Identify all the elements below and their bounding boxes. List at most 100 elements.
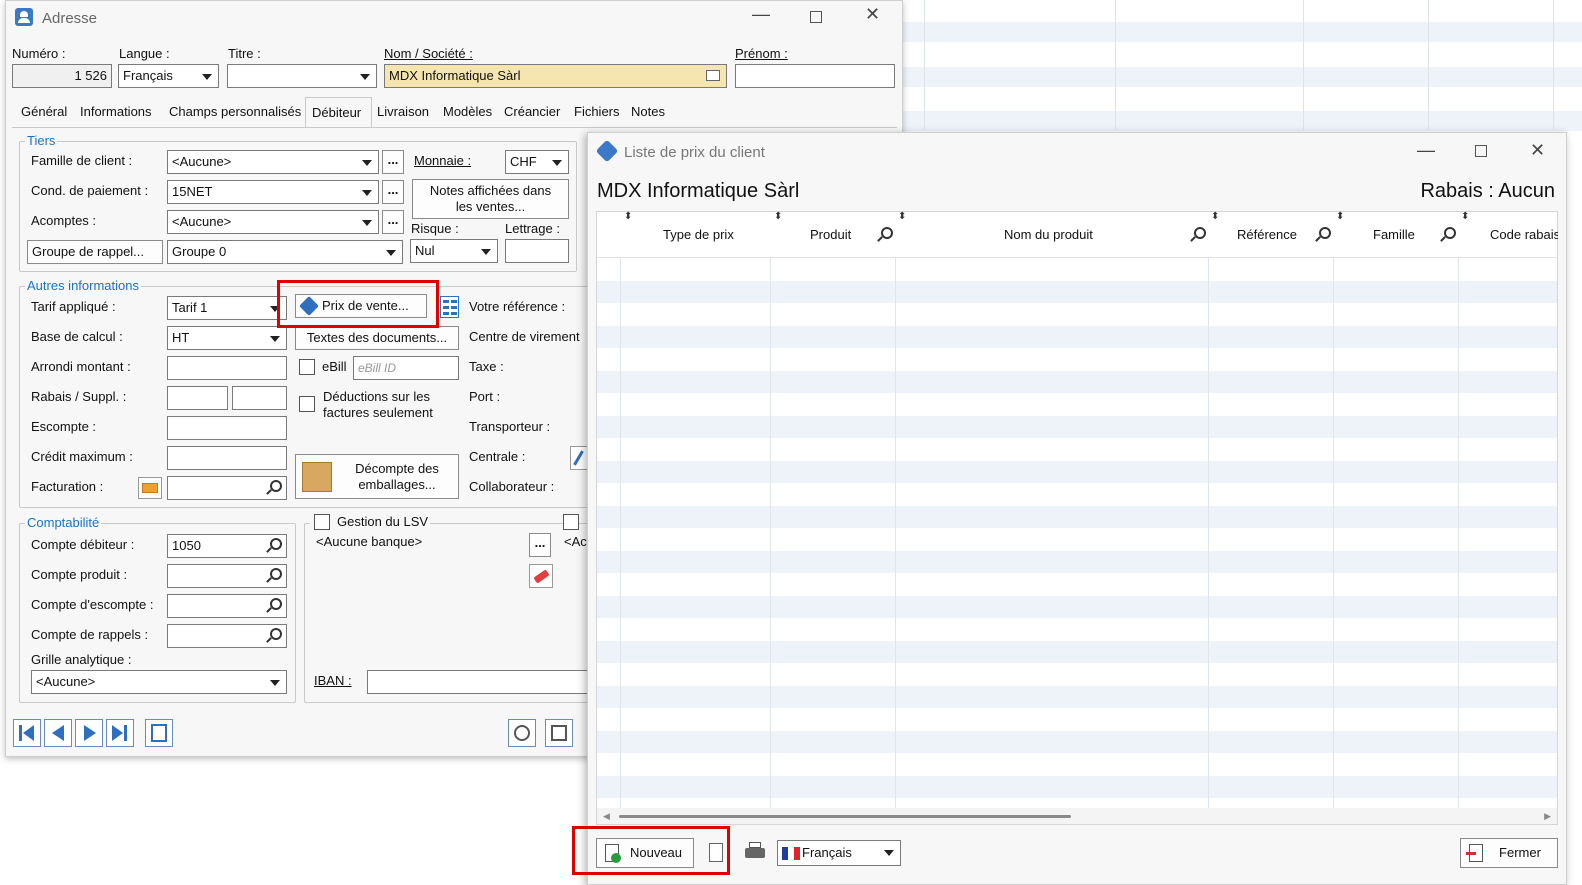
language-select[interactable]: Français xyxy=(777,840,901,866)
suppl-field[interactable] xyxy=(232,386,287,410)
tab-fichiers[interactable]: Fichiers xyxy=(574,104,620,119)
rabais-label: Rabais / Suppl. : xyxy=(31,389,127,404)
search-icon[interactable] xyxy=(1192,226,1208,244)
first-record-button[interactable] xyxy=(13,719,41,747)
tab-debiteur-active[interactable]: Débiteur xyxy=(305,97,372,128)
map-icon[interactable] xyxy=(545,719,573,747)
sort-icon[interactable]: ⬍ xyxy=(624,211,632,222)
sort-icon[interactable]: ⬍ xyxy=(1211,211,1219,222)
famille-more-button[interactable]: ... xyxy=(382,150,404,174)
tab-modeles[interactable]: Modèles xyxy=(443,104,492,119)
fermer-button[interactable]: Fermer xyxy=(1460,838,1558,868)
column-famille[interactable]: Famille xyxy=(1373,227,1415,242)
edit-pencil-icon[interactable] xyxy=(570,446,588,470)
search-icon[interactable] xyxy=(1317,226,1333,244)
lsv-right-checkbox[interactable] xyxy=(563,514,579,530)
record-info-icon[interactable] xyxy=(145,719,173,747)
compte-produit-field[interactable] xyxy=(167,564,287,588)
arrondi-field[interactable] xyxy=(167,356,287,380)
port-label: Port : xyxy=(469,389,501,404)
tab-creancier[interactable]: Créancier xyxy=(504,104,560,119)
column-nom-produit[interactable]: Nom du produit xyxy=(1004,227,1093,242)
eraser-icon[interactable] xyxy=(529,564,553,588)
acomptes-select[interactable]: <Aucune> xyxy=(167,210,379,234)
lsv-checkbox[interactable] xyxy=(314,514,330,530)
sort-icon[interactable]: ⬍ xyxy=(1336,211,1344,222)
compte-rappels-label: Compte de rappels : xyxy=(31,627,149,642)
column-reference[interactable]: Référence xyxy=(1237,227,1297,242)
nom-field[interactable]: MDX Informatique Sàrl xyxy=(384,64,727,88)
langue-select[interactable]: Français xyxy=(118,64,219,88)
lettrage-field[interactable] xyxy=(505,239,569,263)
compte-debiteur-field[interactable]: 1050 xyxy=(167,534,287,558)
horizontal-scrollbar[interactable]: ◀ ▶ xyxy=(597,808,1557,824)
grille-analytique-select[interactable]: <Aucune> xyxy=(31,670,287,694)
compte-rappels-field[interactable] xyxy=(167,624,287,648)
contact-card-icon[interactable] xyxy=(706,70,720,81)
notes-affichees-button[interactable]: Notes affichées dans les ventes... xyxy=(412,179,569,219)
lsv-banque-more-button[interactable]: ... xyxy=(529,533,551,557)
base-calcul-select[interactable]: HT xyxy=(167,326,287,350)
search-icon[interactable] xyxy=(270,568,282,580)
column-produit[interactable]: Produit xyxy=(810,227,851,242)
famille-label: Famille de client : xyxy=(31,153,133,168)
search-icon[interactable] xyxy=(270,480,282,492)
facturation-card-icon[interactable] xyxy=(138,477,162,499)
cond-paiement-more-button[interactable]: ... xyxy=(382,180,404,204)
groupe-rappel-select[interactable]: Groupe 0 xyxy=(167,240,403,264)
escompte-field[interactable] xyxy=(167,416,287,440)
search-icon[interactable] xyxy=(270,628,282,640)
cond-paiement-select[interactable]: 15NET xyxy=(167,180,379,204)
deductions-checkbox[interactable] xyxy=(299,396,315,412)
monnaie-select[interactable]: CHF xyxy=(505,150,569,174)
tarif-select[interactable]: Tarif 1 xyxy=(167,296,287,320)
column-type-de-prix[interactable]: Type de prix xyxy=(663,227,734,242)
print-icon[interactable] xyxy=(744,842,766,862)
risque-select[interactable]: Nul xyxy=(410,239,498,263)
maximize-icon[interactable] xyxy=(810,11,822,23)
prenom-field[interactable] xyxy=(735,64,895,88)
minimize-icon[interactable]: — xyxy=(1417,140,1435,161)
famille-select[interactable]: <Aucune> xyxy=(167,150,379,174)
acomptes-more-button[interactable]: ... xyxy=(382,210,404,234)
compte-escompte-field[interactable] xyxy=(167,594,287,618)
numero-field[interactable]: 1 526 xyxy=(12,64,112,88)
ebill-id-field[interactable]: eBill ID xyxy=(353,356,459,380)
ebill-checkbox[interactable] xyxy=(299,359,315,375)
close-icon[interactable]: ✕ xyxy=(1530,140,1545,161)
tab-champs-personnalises[interactable]: Champs personnalisés xyxy=(169,104,301,119)
maximize-icon[interactable] xyxy=(1475,145,1487,157)
price-list-grid[interactable] xyxy=(596,211,1558,825)
iban-field[interactable] xyxy=(367,670,592,694)
base-calcul-label: Base de calcul : xyxy=(31,329,123,344)
search-icon[interactable] xyxy=(270,598,282,610)
groupe-rappel-button[interactable]: Groupe de rappel... xyxy=(27,240,163,264)
next-record-button[interactable] xyxy=(75,719,103,747)
search-icon[interactable] xyxy=(270,538,282,550)
close-icon[interactable]: ✕ xyxy=(865,4,880,25)
decompte-emballages-button[interactable]: Décompte des emballages... xyxy=(295,454,459,499)
minimize-icon[interactable]: — xyxy=(752,4,770,25)
centre-virement-label: Centre de virement xyxy=(469,329,580,344)
grid-view-icon[interactable] xyxy=(440,296,459,318)
scrollbar-thumb[interactable] xyxy=(619,815,1071,818)
search-icon[interactable] xyxy=(1442,226,1458,244)
tab-livraison[interactable]: Livraison xyxy=(377,104,429,119)
search-icon[interactable] xyxy=(879,226,895,244)
textes-documents-button[interactable]: Textes des documents... xyxy=(295,326,459,350)
grille-analytique-label: Grille analytique : xyxy=(31,652,132,667)
previous-record-button[interactable] xyxy=(44,719,72,747)
tab-notes[interactable]: Notes xyxy=(631,104,665,119)
tab-informations[interactable]: Informations xyxy=(80,104,152,119)
sort-icon[interactable]: ⬍ xyxy=(898,211,906,222)
rabais-field[interactable] xyxy=(167,386,228,410)
titre-select[interactable] xyxy=(227,64,377,88)
sort-icon[interactable]: ⬍ xyxy=(774,211,782,222)
last-record-button[interactable] xyxy=(106,719,134,747)
sort-icon[interactable]: ⬍ xyxy=(1461,211,1469,222)
facturation-field[interactable] xyxy=(167,476,287,500)
credit-maximum-field[interactable] xyxy=(167,446,287,470)
tab-general[interactable]: Général xyxy=(21,104,67,119)
column-code-rabais[interactable]: Code rabais xyxy=(1490,227,1558,242)
globe-icon[interactable] xyxy=(508,719,536,747)
